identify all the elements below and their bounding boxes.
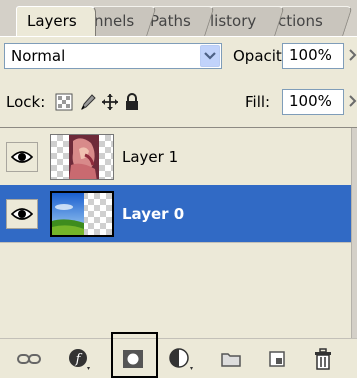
fill-label: Fill: (245, 93, 271, 111)
link-layers-icon[interactable] (14, 344, 44, 374)
chevron-down-icon[interactable] (200, 45, 220, 67)
lock-fill-bar: Lock: Fill: 100% (0, 74, 357, 128)
lock-label: Lock: (6, 93, 46, 111)
new-group-icon[interactable] (216, 344, 246, 374)
fill-slider-arrow-icon[interactable] (349, 95, 357, 109)
blend-mode-value: Normal (11, 47, 66, 65)
layer-row[interactable]: Layer 1 (0, 128, 351, 186)
blend-mode-dropdown[interactable]: Normal (4, 43, 222, 69)
layers-list: Layer 1 Layer 0 (0, 128, 357, 338)
opacity-field[interactable]: 100% (282, 43, 344, 69)
opacity-slider-arrow-icon[interactable] (349, 49, 357, 63)
lock-position-icon[interactable] (100, 92, 120, 112)
layers-scrollbar[interactable] (351, 128, 357, 338)
eye-icon[interactable] (6, 199, 38, 229)
lock-transparent-icon[interactable] (54, 92, 74, 112)
new-layer-icon[interactable] (262, 344, 292, 374)
lock-image-pixels-icon[interactable] (78, 92, 98, 112)
layer-name: Layer 1 (122, 148, 179, 166)
blend-options-bar: Normal Opacity: 100% (0, 36, 357, 74)
layer-style-icon[interactable]: f (64, 344, 94, 374)
layer-name: Layer 0 (122, 205, 185, 223)
layer-thumbnail (50, 191, 114, 237)
layer-thumbnail (50, 134, 114, 180)
fill-field[interactable]: 100% (282, 89, 344, 115)
layer-row-selected[interactable]: Layer 0 (0, 185, 351, 243)
lock-all-icon[interactable] (122, 92, 142, 112)
delete-layer-icon[interactable] (308, 344, 338, 374)
adjustment-layer-icon[interactable] (166, 344, 196, 374)
tab-layers[interactable]: Layers (16, 6, 96, 36)
panel-tab-strip: ctions listory Paths nnels Layers (0, 0, 357, 36)
eye-icon[interactable] (6, 142, 38, 172)
mask-button-highlight (111, 332, 158, 378)
layers-bottom-toolbar: f (0, 338, 357, 378)
